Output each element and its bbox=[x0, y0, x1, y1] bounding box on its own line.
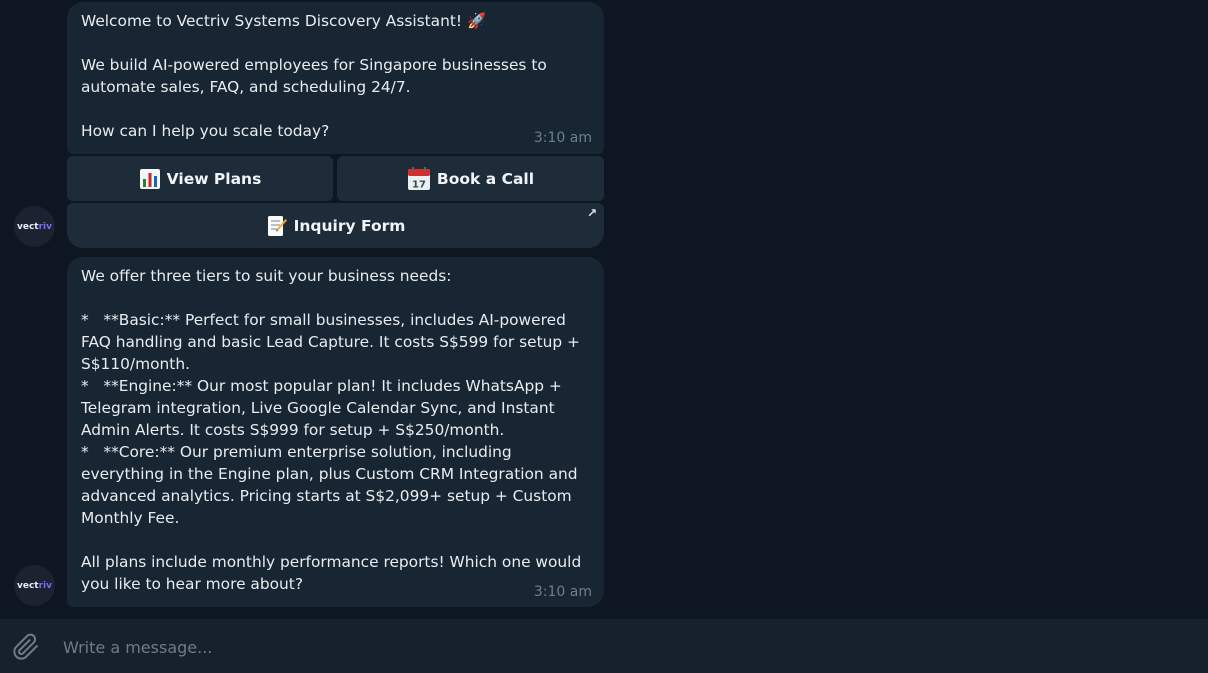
message-timestamp: 3:10 am bbox=[533, 130, 592, 146]
message-line: you like to hear more about? bbox=[81, 575, 303, 593]
message-line: We build AI-powered employees for Singap… bbox=[81, 56, 547, 74]
chat-area: Welcome to Vectriv Systems Discovery Ass… bbox=[0, 0, 1208, 618]
message-line bbox=[81, 32, 590, 54]
message-composer bbox=[0, 619, 1208, 673]
inquiry-form-label: Inquiry Form bbox=[293, 216, 406, 235]
message-line: Monthly Fee. bbox=[81, 509, 180, 527]
message-line: Admin Alerts. It costs S$999 for setup +… bbox=[81, 421, 505, 439]
bot-message-welcome: Welcome to Vectriv Systems Discovery Ass… bbox=[67, 2, 604, 154]
view-plans-button[interactable]: View Plans bbox=[67, 156, 333, 201]
message-line: FAQ handling and basic Lead Capture. It … bbox=[81, 333, 580, 351]
message-line bbox=[81, 98, 590, 120]
message-line: automate sales, FAQ, and scheduling 24/7… bbox=[81, 78, 411, 96]
message-line: * **Basic:** Perfect for small businesse… bbox=[81, 311, 566, 329]
book-call-button[interactable]: 17 Book a Call bbox=[337, 156, 604, 201]
message-line: * **Core:** Our premium enterprise solut… bbox=[81, 443, 512, 461]
message-line: Welcome to Vectriv Systems Discovery Ass… bbox=[81, 12, 487, 30]
avatar-text-prefix: vect bbox=[17, 580, 39, 591]
arrow-up-right-icon: ↗ bbox=[586, 206, 597, 220]
bot-message-plans: We offer three tiers to suit your busine… bbox=[67, 257, 604, 607]
bot-avatar[interactable]: vect riv bbox=[14, 565, 55, 606]
message-line: Telegram integration, Live Google Calend… bbox=[81, 399, 555, 417]
message-line: We offer three tiers to suit your busine… bbox=[81, 267, 452, 285]
message-input[interactable] bbox=[61, 631, 1185, 663]
inquiry-form-button[interactable]: Inquiry Form ↗ bbox=[67, 203, 604, 248]
message-line: * **Engine:** Our most popular plan! It … bbox=[81, 377, 562, 395]
message-line: How can I help you scale today? bbox=[81, 122, 330, 140]
memo-icon bbox=[266, 215, 288, 237]
avatar-text-accent: riv bbox=[38, 580, 52, 591]
message-timestamp: 3:10 am bbox=[533, 584, 592, 600]
svg-text:17: 17 bbox=[412, 179, 426, 190]
message-line: advanced analytics. Pricing starts at S$… bbox=[81, 487, 572, 505]
paperclip-icon[interactable] bbox=[12, 633, 40, 661]
message-line bbox=[81, 529, 590, 551]
message-line: All plans include monthly performance re… bbox=[81, 553, 582, 571]
calendar-icon: 17 bbox=[407, 166, 431, 191]
view-plans-label: View Plans bbox=[166, 169, 262, 188]
message-line: S$110/month. bbox=[81, 355, 190, 373]
message-line: everything in the Engine plan, plus Cust… bbox=[81, 465, 578, 483]
avatar-text-prefix: vect bbox=[17, 221, 39, 232]
book-call-label: Book a Call bbox=[436, 169, 535, 188]
avatar-text-accent: riv bbox=[38, 221, 52, 232]
bot-avatar[interactable]: vect riv bbox=[14, 206, 55, 247]
message-line bbox=[81, 287, 590, 309]
bar-chart-icon bbox=[139, 168, 161, 190]
